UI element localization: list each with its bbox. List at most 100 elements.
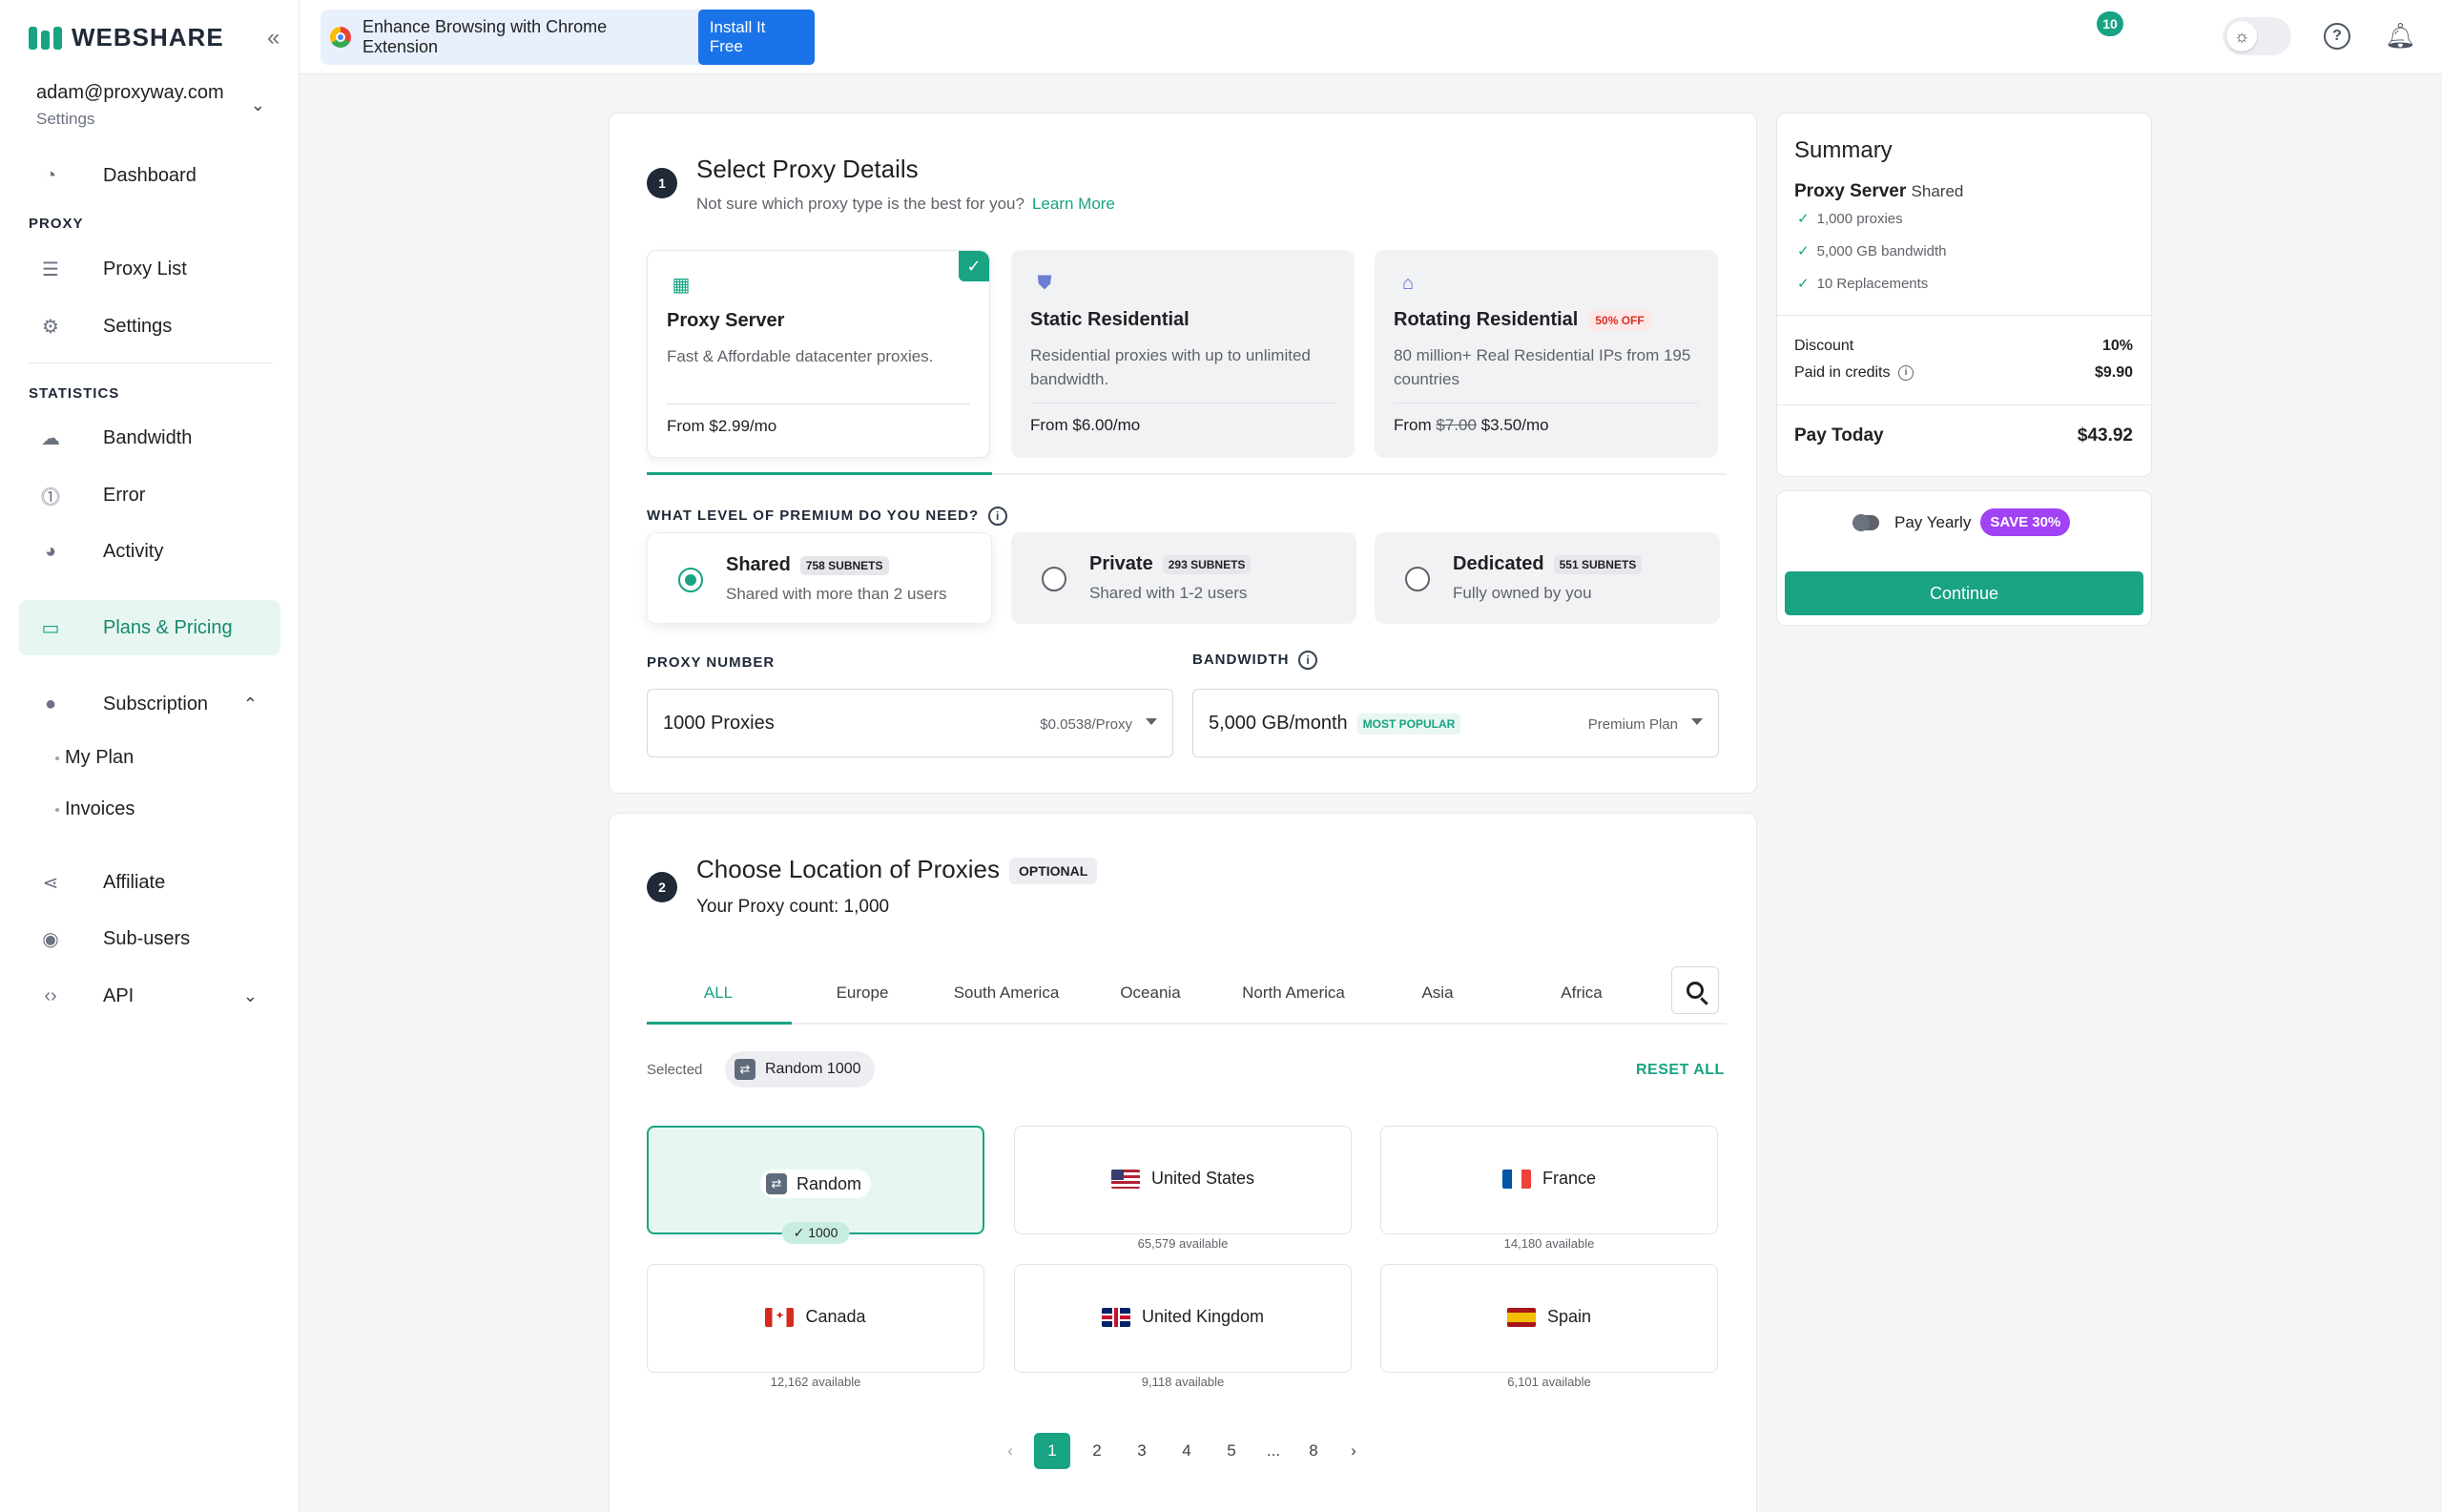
info-icon[interactable]: i: [1298, 651, 1318, 670]
tab-south-america[interactable]: South America: [935, 965, 1078, 1021]
tier-dedicated[interactable]: Dedicated 551 SUBNETS Fully owned by you: [1375, 532, 1720, 624]
pagination-page-1[interactable]: 1: [1034, 1433, 1070, 1469]
proxy-type-rotating-residential[interactable]: ⌂ Rotating Residential 50% OFF 80 million…: [1375, 250, 1718, 458]
summary-divider: [1776, 315, 2152, 316]
sidebar-item-proxy-list[interactable]: ☰ Proxy List: [19, 241, 280, 297]
pay-yearly-toggle[interactable]: [1852, 513, 1879, 531]
caret-down-icon: [1691, 718, 1703, 725]
bandwidth-label-text: BANDWIDTH: [1192, 651, 1290, 668]
sidebar-item-subscription[interactable]: ● Subscription ⌃: [19, 676, 280, 732]
location-united-kingdom[interactable]: United Kingdom 9,118 available: [1014, 1264, 1352, 1389]
tab-oceania[interactable]: Oceania: [1079, 965, 1222, 1021]
sidebar-item-settings[interactable]: ⚙ Settings: [19, 299, 280, 354]
bandwidth-select[interactable]: 5,000 GB/month MOST POPULAR Premium Plan: [1192, 689, 1719, 757]
sidebar-item-api[interactable]: ‹› API ⌄: [19, 968, 280, 1024]
proxy-type-proxy-server[interactable]: ▦ Proxy Server Fast & Affordable datacen…: [647, 250, 990, 458]
bandwidth-value-row: 5,000 GB/month MOST POPULAR: [1209, 713, 1461, 735]
optional-badge: OPTIONAL: [1008, 858, 1098, 885]
proxy-number-select[interactable]: 1000 Proxies $0.0538/Proxy: [647, 689, 1173, 757]
webshare-logo[interactable]: WEBSHARE: [29, 23, 224, 52]
collapse-sidebar-icon[interactable]: «: [267, 25, 279, 52]
tab-asia[interactable]: Asia: [1366, 965, 1509, 1021]
sidebar-subitem-my-plan[interactable]: My Plan: [54, 747, 134, 769]
radio-dedicated[interactable]: [1405, 567, 1430, 591]
tab-all[interactable]: ALL: [647, 965, 790, 1021]
bell-icon[interactable]: 🔔︎: [2385, 21, 2416, 51]
radio-private[interactable]: [1042, 567, 1066, 591]
proxy-type-price: From $2.99/mo: [667, 417, 777, 435]
sidebar-subitem-invoices[interactable]: Invoices: [54, 798, 135, 820]
pagination-prev-icon[interactable]: ‹: [992, 1433, 1028, 1469]
chrome-extension-banner: Enhance Browsing with Chrome Extension I…: [321, 10, 815, 65]
proxy-type-name: Rotating Residential: [1394, 309, 1579, 330]
summary-product: Proxy Server Shared: [1794, 181, 1963, 202]
selected-chip[interactable]: ⇄ Random 1000: [725, 1051, 875, 1087]
info-icon[interactable]: i: [988, 507, 1008, 526]
pagination-page-4[interactable]: 4: [1169, 1433, 1205, 1469]
chevron-up-icon: ⌃: [242, 694, 258, 714]
tier-private[interactable]: Private 293 SUBNETS Shared with 1-2 users: [1011, 532, 1356, 624]
feature-text: 10 Replacements: [1816, 276, 1929, 292]
tab-europe[interactable]: Europe: [791, 965, 934, 1021]
location-spain[interactable]: Spain 6,101 available: [1380, 1264, 1718, 1389]
location-content: ⇄ Random: [649, 1170, 983, 1198]
sidebar-item-label: Affiliate: [103, 871, 166, 893]
tab-north-america[interactable]: North America: [1222, 965, 1365, 1021]
proxy-type-name: Static Residential: [1030, 309, 1190, 330]
tier-shared[interactable]: Shared 758 SUBNETS Shared with more than …: [647, 532, 992, 624]
divider: [1030, 403, 1335, 404]
radio-shared[interactable]: [678, 568, 703, 592]
account-menu[interactable]: adam@proxyway.com Settings ⌄: [36, 82, 265, 129]
location-name: Random: [796, 1173, 862, 1193]
tab-africa[interactable]: Africa: [1510, 965, 1653, 1021]
sidebar-divider: [29, 362, 273, 363]
theme-toggle[interactable]: ☼: [2223, 17, 2291, 55]
sidebar-item-affiliate[interactable]: ⋖ Affiliate: [19, 855, 280, 910]
location-canada[interactable]: Canada 12,162 available: [647, 1264, 984, 1389]
credits-label-row: Paid in credits i: [1794, 364, 1914, 382]
location-availability: 6,101 available: [1381, 1375, 1717, 1389]
info-icon[interactable]: i: [1897, 364, 1914, 381]
sidebar-item-error[interactable]: ⓵ Error: [19, 467, 280, 523]
pagination-page-2[interactable]: 2: [1079, 1433, 1115, 1469]
alert-icon: ⓵: [41, 487, 60, 508]
sidebar-item-sub-users[interactable]: ◉ Sub-users: [19, 911, 280, 966]
install-extension-button[interactable]: Install It Free: [697, 10, 815, 65]
sidebar-item-label: Sub-users: [103, 927, 191, 949]
caret-down-icon: [1146, 718, 1157, 725]
pagination-page-3[interactable]: 3: [1124, 1433, 1160, 1469]
discount-value: 10%: [2101, 338, 2133, 354]
sun-icon: ☼: [2226, 21, 2257, 52]
sidebar-item-plans-pricing[interactable]: ▭ Plans & Pricing: [19, 600, 280, 655]
location-random[interactable]: ⇄ Random ✓ 1000: [647, 1126, 984, 1244]
chrome-icon: [330, 27, 351, 48]
sidebar-item-dashboard[interactable]: ◔ Dashboard: [19, 148, 280, 203]
location-united-states[interactable]: United States 65,579 available: [1014, 1126, 1352, 1251]
location-france[interactable]: France 14,180 available: [1380, 1126, 1718, 1251]
pagination-page-5[interactable]: 5: [1213, 1433, 1250, 1469]
summary-card: [1776, 113, 2152, 477]
reset-all-button[interactable]: RESET ALL: [1636, 1062, 1725, 1079]
account-email: adam@proxyway.com: [36, 82, 224, 103]
help-icon[interactable]: ?: [2324, 23, 2350, 50]
proxy-type-static-residential[interactable]: ⛊ Static Residential Residential proxies…: [1011, 250, 1355, 458]
proxy-type-desc: Residential proxies with up to unlimited…: [1030, 346, 1311, 388]
pagination-page-8[interactable]: 8: [1295, 1433, 1332, 1469]
pay-today-value: $43.92: [2077, 425, 2133, 445]
check-icon: ✓: [1797, 243, 1810, 259]
location-content: United States: [1015, 1169, 1351, 1189]
sidebar-item-label: Activity: [103, 540, 164, 562]
credits-label: Paid in credits: [1794, 364, 1891, 381]
feature-text: 5,000 GB bandwidth: [1816, 243, 1947, 259]
proxy-type-active-indicator: [647, 472, 992, 475]
sidebar-item-bandwidth[interactable]: ☁ Bandwidth: [19, 410, 280, 466]
location-search-button[interactable]: [1671, 966, 1719, 1014]
gear-icon: ⚙: [42, 316, 59, 338]
sidebar-item-label: Bandwidth: [103, 426, 193, 448]
pagination-next-icon[interactable]: ›: [1335, 1433, 1372, 1469]
server-icon: ▦: [672, 274, 691, 296]
continue-button[interactable]: Continue: [1785, 571, 2143, 615]
learn-more-link[interactable]: Learn More: [1032, 195, 1115, 213]
sidebar-item-activity[interactable]: ◕ Activity: [19, 524, 280, 579]
extension-text: Enhance Browsing with Chrome Extension: [362, 17, 608, 56]
